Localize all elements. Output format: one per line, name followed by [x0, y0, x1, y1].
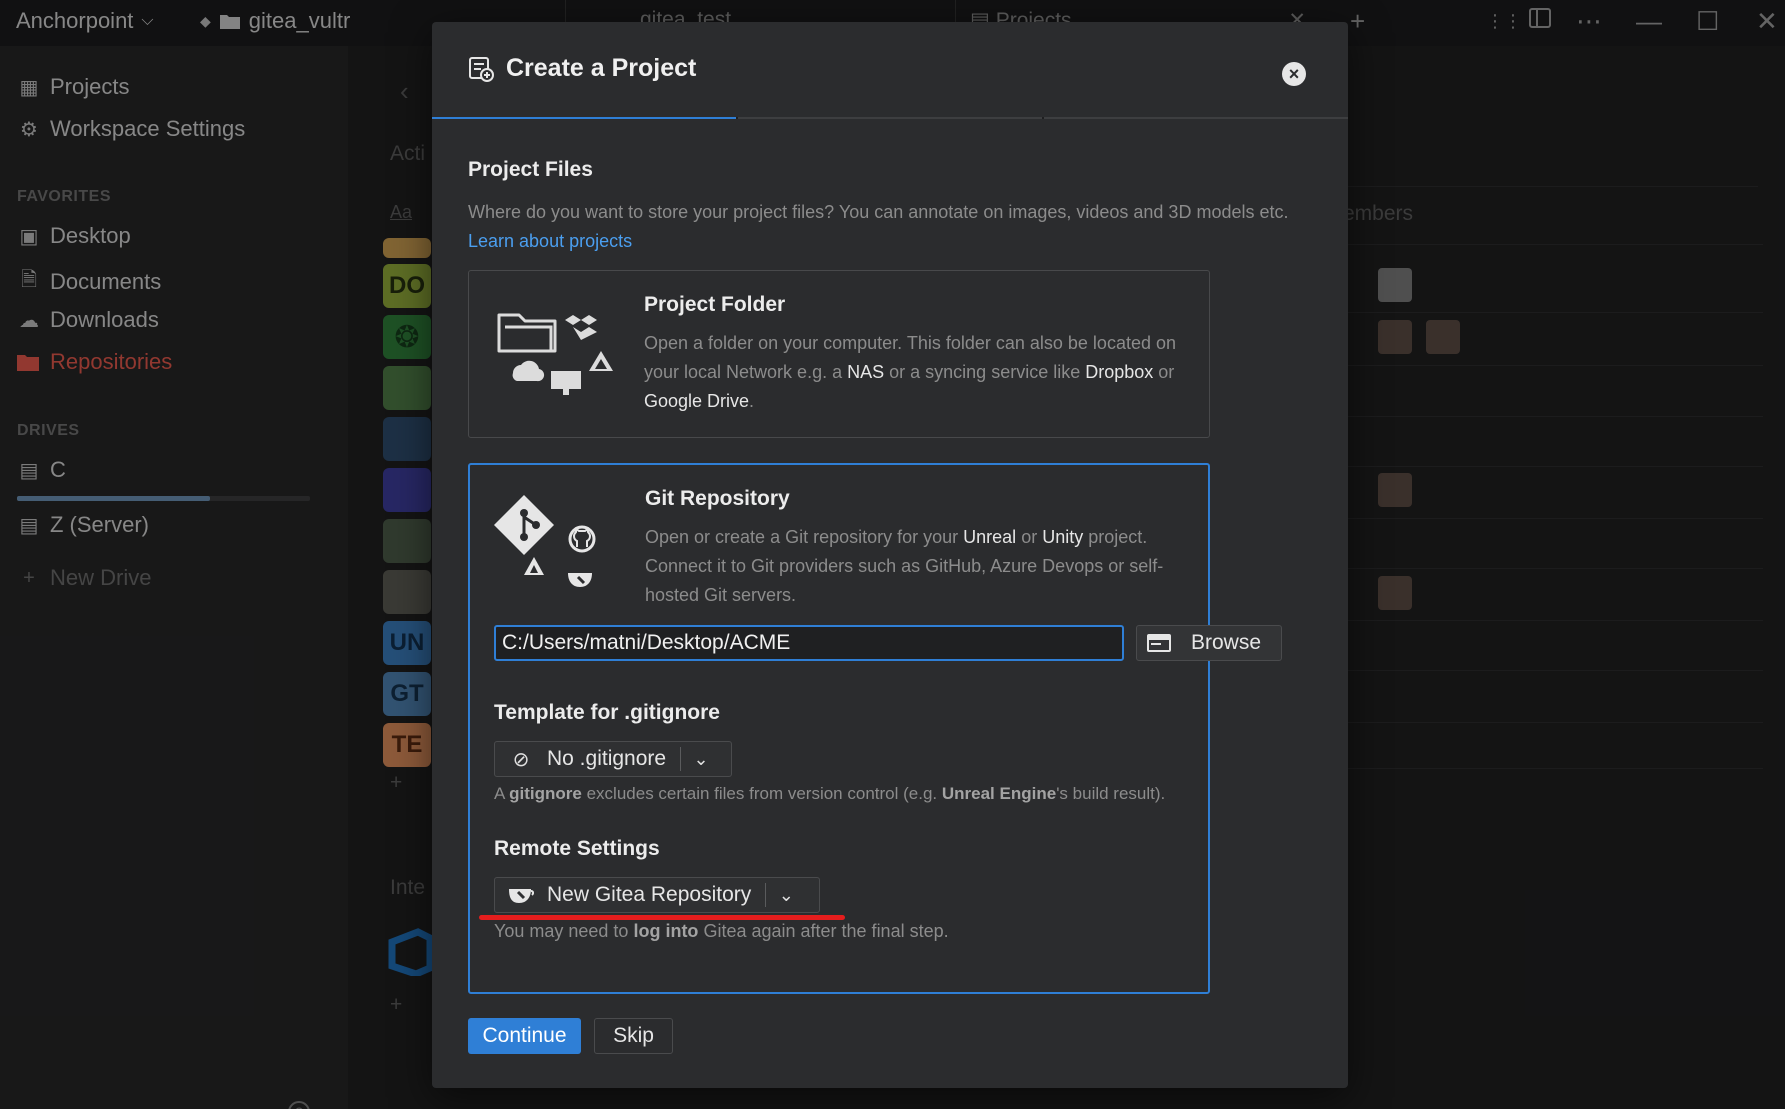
- text: .: [749, 391, 755, 411]
- remote-settings-note: You may need to log into Gitea again aft…: [494, 917, 1194, 946]
- text: Open or create a Git repository for your: [645, 527, 959, 547]
- text: Google Drive: [644, 391, 750, 411]
- remote-settings-select[interactable]: New Gitea Repository ⌄: [494, 877, 820, 913]
- text: Gitea again after the final step.: [703, 921, 949, 941]
- git-repository-illustration: [494, 495, 604, 595]
- browse-folder-icon: [1147, 633, 1171, 653]
- section-description: Where do you want to store your project …: [468, 198, 1328, 256]
- skip-button[interactable]: Skip: [594, 1018, 673, 1054]
- gitea-icon: [495, 886, 547, 904]
- browse-button[interactable]: Browse: [1136, 625, 1282, 661]
- step-divider: [736, 117, 738, 119]
- text: You may need to: [494, 921, 629, 941]
- text: A: [494, 784, 505, 803]
- gitignore-note: A gitignore excludes certain files from …: [494, 779, 1194, 808]
- text: Unreal: [963, 527, 1017, 547]
- browse-label: Browse: [1191, 631, 1262, 654]
- gitignore-template-select[interactable]: ⊘ No .gitignore ⌄: [494, 741, 732, 777]
- project-add-icon: [468, 56, 494, 82]
- continue-button[interactable]: Continue: [468, 1018, 581, 1054]
- annotation-underline: [479, 915, 845, 920]
- chevron-down-icon: ⌄: [693, 748, 709, 769]
- text: or a syncing service like: [889, 362, 1081, 382]
- git-repository-title: Git Repository: [645, 487, 790, 510]
- chevron-down-icon: ⌄: [778, 884, 794, 905]
- gitignore-heading: Template for .gitignore: [494, 701, 720, 724]
- text: excludes certain files from version cont…: [586, 784, 938, 803]
- step-divider: [1042, 117, 1044, 119]
- project-folder-title: Project Folder: [644, 293, 786, 316]
- repository-path-input[interactable]: [494, 625, 1124, 661]
- no-entry-icon: ⊘: [512, 748, 530, 771]
- text: or: [1021, 527, 1038, 547]
- text: or: [1158, 362, 1175, 382]
- project-folder-description: Open a folder on your computer. This fol…: [644, 329, 1204, 416]
- close-icon[interactable]: ×: [1282, 62, 1306, 86]
- step-progress: [432, 117, 1348, 119]
- learn-about-projects-link[interactable]: Learn about projects: [468, 231, 632, 251]
- project-folder-illustration: [495, 301, 615, 401]
- text: 's build result).: [1056, 784, 1166, 803]
- gitignore-selected-value: No .gitignore: [547, 747, 667, 770]
- step-1-indicator: [432, 117, 736, 119]
- git-repository-description: Open or create a Git repository for your…: [645, 523, 1205, 610]
- folder-cloud-icon: [497, 313, 613, 395]
- dialog-header: Create a Project: [468, 54, 696, 83]
- text: gitignore: [509, 784, 582, 803]
- text: Unity: [1042, 527, 1084, 547]
- text: Unreal Engine: [941, 784, 1057, 803]
- description-text: Where do you want to store your project …: [468, 202, 1289, 222]
- text: Dropbox: [1085, 362, 1154, 382]
- git-providers-icon: [494, 495, 596, 587]
- text: NAS: [847, 362, 885, 382]
- create-project-dialog: Create a Project × Project Files Where d…: [432, 22, 1348, 1088]
- section-heading: Project Files: [468, 158, 593, 181]
- remote-selected-value: New Gitea Repository: [547, 883, 752, 906]
- project-folder-option[interactable]: Project Folder Open a folder on your com…: [468, 270, 1210, 438]
- remote-settings-heading: Remote Settings: [494, 837, 660, 860]
- text: log into: [633, 921, 699, 941]
- dialog-title: Create a Project: [506, 54, 697, 82]
